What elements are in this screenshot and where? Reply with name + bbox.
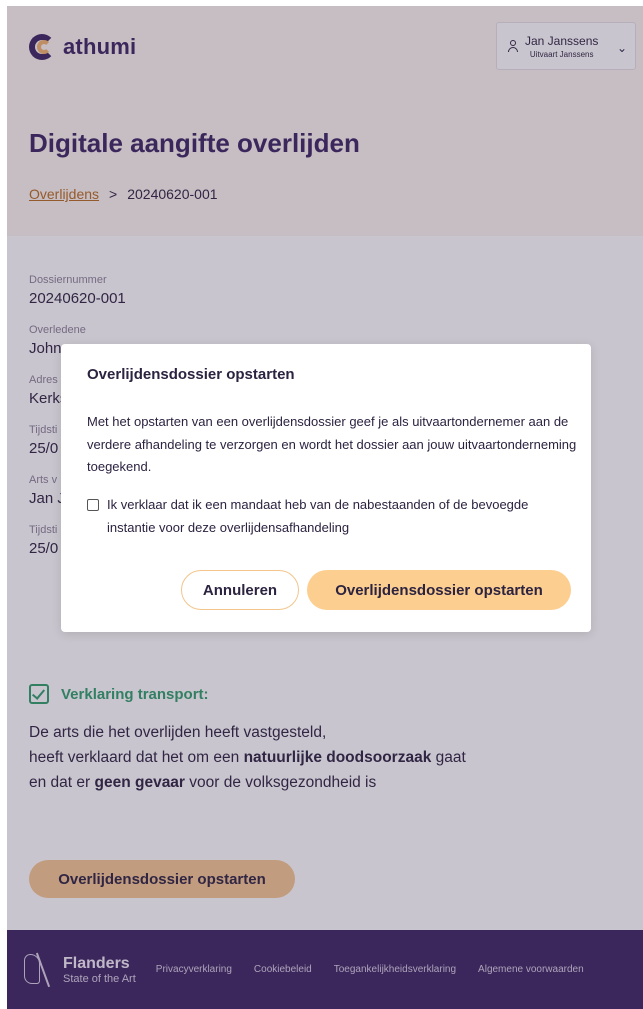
confirm-dialog: Overlijdensdossier opstarten Met het ops… xyxy=(61,344,591,632)
mandate-checkbox-row[interactable]: Ik verklaar dat ik een mandaat heb van d… xyxy=(87,494,577,539)
cancel-button[interactable]: Annuleren xyxy=(181,570,299,610)
page: athumi Jan Janssens Uitvaart Janssens ⌄ … xyxy=(7,6,643,1009)
confirm-start-dossier-button[interactable]: Overlijdensdossier opstarten xyxy=(307,570,571,610)
dialog-body: Met het opstarten van een overlijdensdos… xyxy=(87,414,577,474)
mandate-checkbox[interactable] xyxy=(87,499,99,511)
dialog-title: Overlijdensdossier opstarten xyxy=(87,366,295,383)
mandate-checkbox-label[interactable]: Ik verklaar dat ik een mandaat heb van d… xyxy=(107,494,577,539)
